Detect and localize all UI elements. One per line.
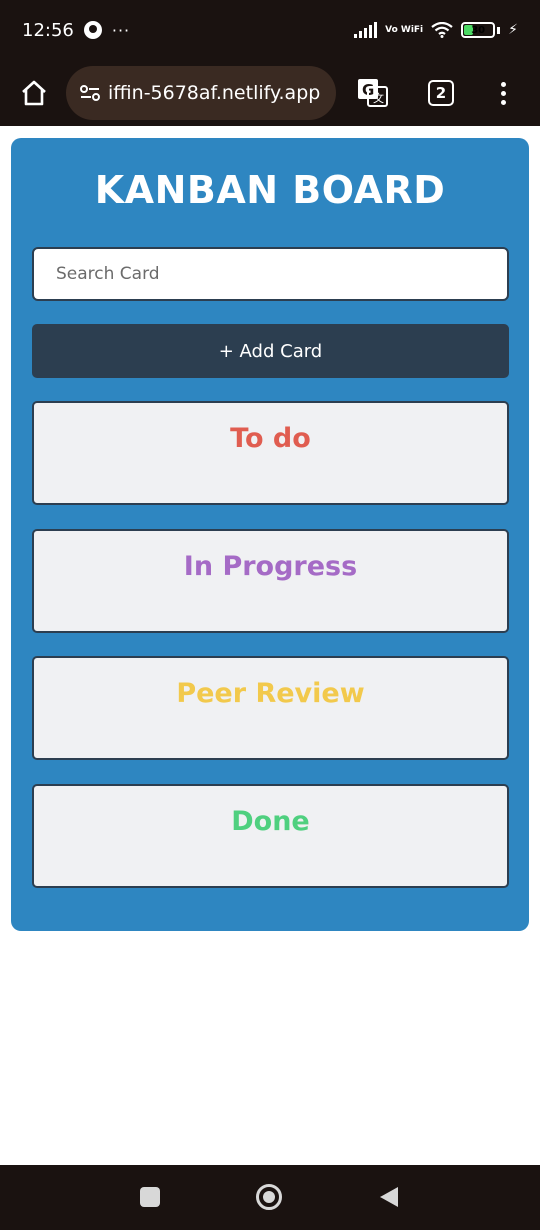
browser-menu-button[interactable] (498, 81, 508, 105)
home-icon (22, 80, 46, 106)
menu-dot (500, 81, 506, 87)
column-in-progress[interactable]: In Progress (32, 529, 509, 633)
address-bar[interactable]: iffin-5678af.netlify.app (66, 66, 336, 120)
signal-icon (354, 22, 378, 38)
translate-button[interactable]: G 文 (356, 76, 390, 110)
column-done[interactable]: Done (32, 784, 509, 888)
recents-button[interactable] (140, 1187, 160, 1207)
wifi-icon (431, 22, 453, 38)
vowifi-label: Vo WiFi (385, 24, 424, 35)
home-nav-button[interactable] (256, 1184, 282, 1210)
system-nav-bar (0, 1165, 540, 1230)
site-settings-icon[interactable] (78, 81, 102, 105)
add-card-button[interactable]: + Add Card (32, 324, 509, 378)
search-input[interactable] (32, 247, 509, 301)
notification-icon (83, 21, 102, 39)
more-notifications-icon: ··· (111, 20, 131, 40)
menu-dot (500, 99, 506, 105)
translate-icon: G 文 (358, 79, 388, 107)
column-title: To do (230, 423, 311, 454)
tab-switcher-button[interactable]: 2 (428, 80, 454, 106)
column-title: In Progress (183, 551, 358, 582)
status-bar: 12:56 ··· Vo WiFi 30 ⚡ (0, 0, 540, 60)
column-todo[interactable]: To do (32, 401, 509, 505)
status-left: 12:56 ··· (22, 20, 130, 41)
column-peer-review[interactable]: Peer Review (32, 656, 509, 760)
back-button[interactable] (378, 1185, 400, 1209)
status-time: 12:56 (22, 19, 74, 41)
url-text: iffin-5678af.netlify.app (108, 82, 321, 104)
column-title: Done (231, 806, 310, 837)
home-button[interactable] (18, 77, 50, 109)
browser-toolbar: iffin-5678af.netlify.app G 文 2 (0, 60, 540, 126)
menu-dot (500, 90, 506, 96)
column-title: Peer Review (176, 678, 365, 709)
status-right: Vo WiFi 30 ⚡ (354, 22, 518, 38)
battery-nub (497, 26, 501, 34)
charging-icon: ⚡ (508, 22, 518, 38)
battery-level: 30 (471, 24, 486, 36)
svg-text:文: 文 (373, 91, 384, 105)
page-title: KANBAN BOARD (94, 168, 446, 212)
battery-icon: 30 (461, 22, 496, 38)
